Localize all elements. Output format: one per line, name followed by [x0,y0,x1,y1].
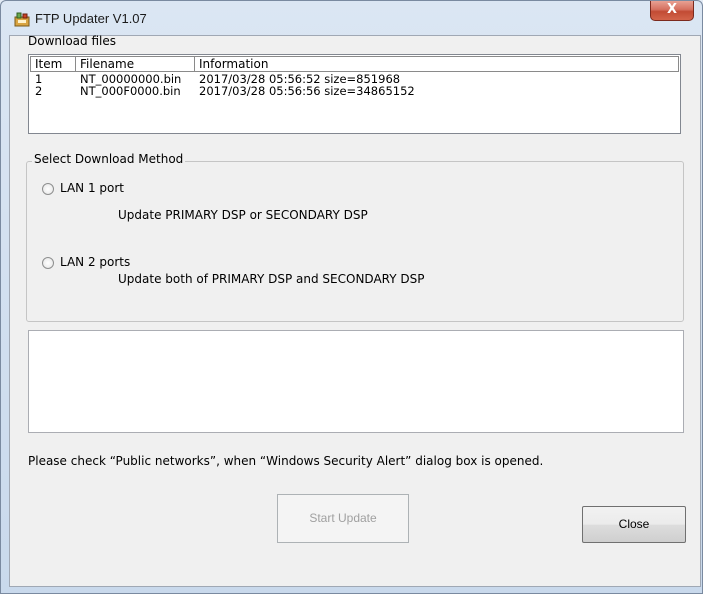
lan-2-ports-option[interactable]: LAN 2 ports [60,255,130,269]
row-item: 2 [35,84,43,98]
close-icon[interactable]: X [650,1,694,21]
lan-1-port-option[interactable]: LAN 1 port [60,181,124,195]
app-updater-icon [14,12,30,27]
security-notice-text: Please check “Public networks”, when “Wi… [28,454,544,468]
row-information: 2017/03/28 05:56:56 size=34865152 [199,84,415,98]
download-files-label: Download files [28,34,116,48]
lan-2-ports-description: Update both of PRIMARY DSP and SECONDARY… [118,272,425,286]
list-header: Item Filename Information [30,56,679,72]
column-header-information[interactable]: Information [195,57,680,71]
close-button[interactable]: Close [582,506,686,543]
row-filename: NT_000F0000.bin [80,84,181,98]
window-title: FTP Updater V1.07 [35,11,147,26]
start-update-button[interactable]: Start Update [277,494,409,543]
radio-button-icon[interactable] [42,183,54,195]
download-method-group [26,161,684,322]
lan-1-port-description: Update PRIMARY DSP or SECONDARY DSP [118,208,368,222]
column-header-item[interactable]: Item [31,57,76,71]
app-window: FTP Updater V1.07 X Download files Item … [0,0,703,594]
download-files-list[interactable]: Item Filename Information 1 NT_00000000.… [28,54,681,134]
title-bar[interactable]: FTP Updater V1.07 X [1,1,702,35]
list-row[interactable]: 2 NT_000F0000.bin 2017/03/28 05:56:56 si… [29,85,680,97]
radio-button-icon[interactable] [42,257,54,269]
status-log-box[interactable] [28,330,684,433]
column-header-filename[interactable]: Filename [76,57,195,71]
download-method-group-label: Select Download Method [32,152,186,166]
